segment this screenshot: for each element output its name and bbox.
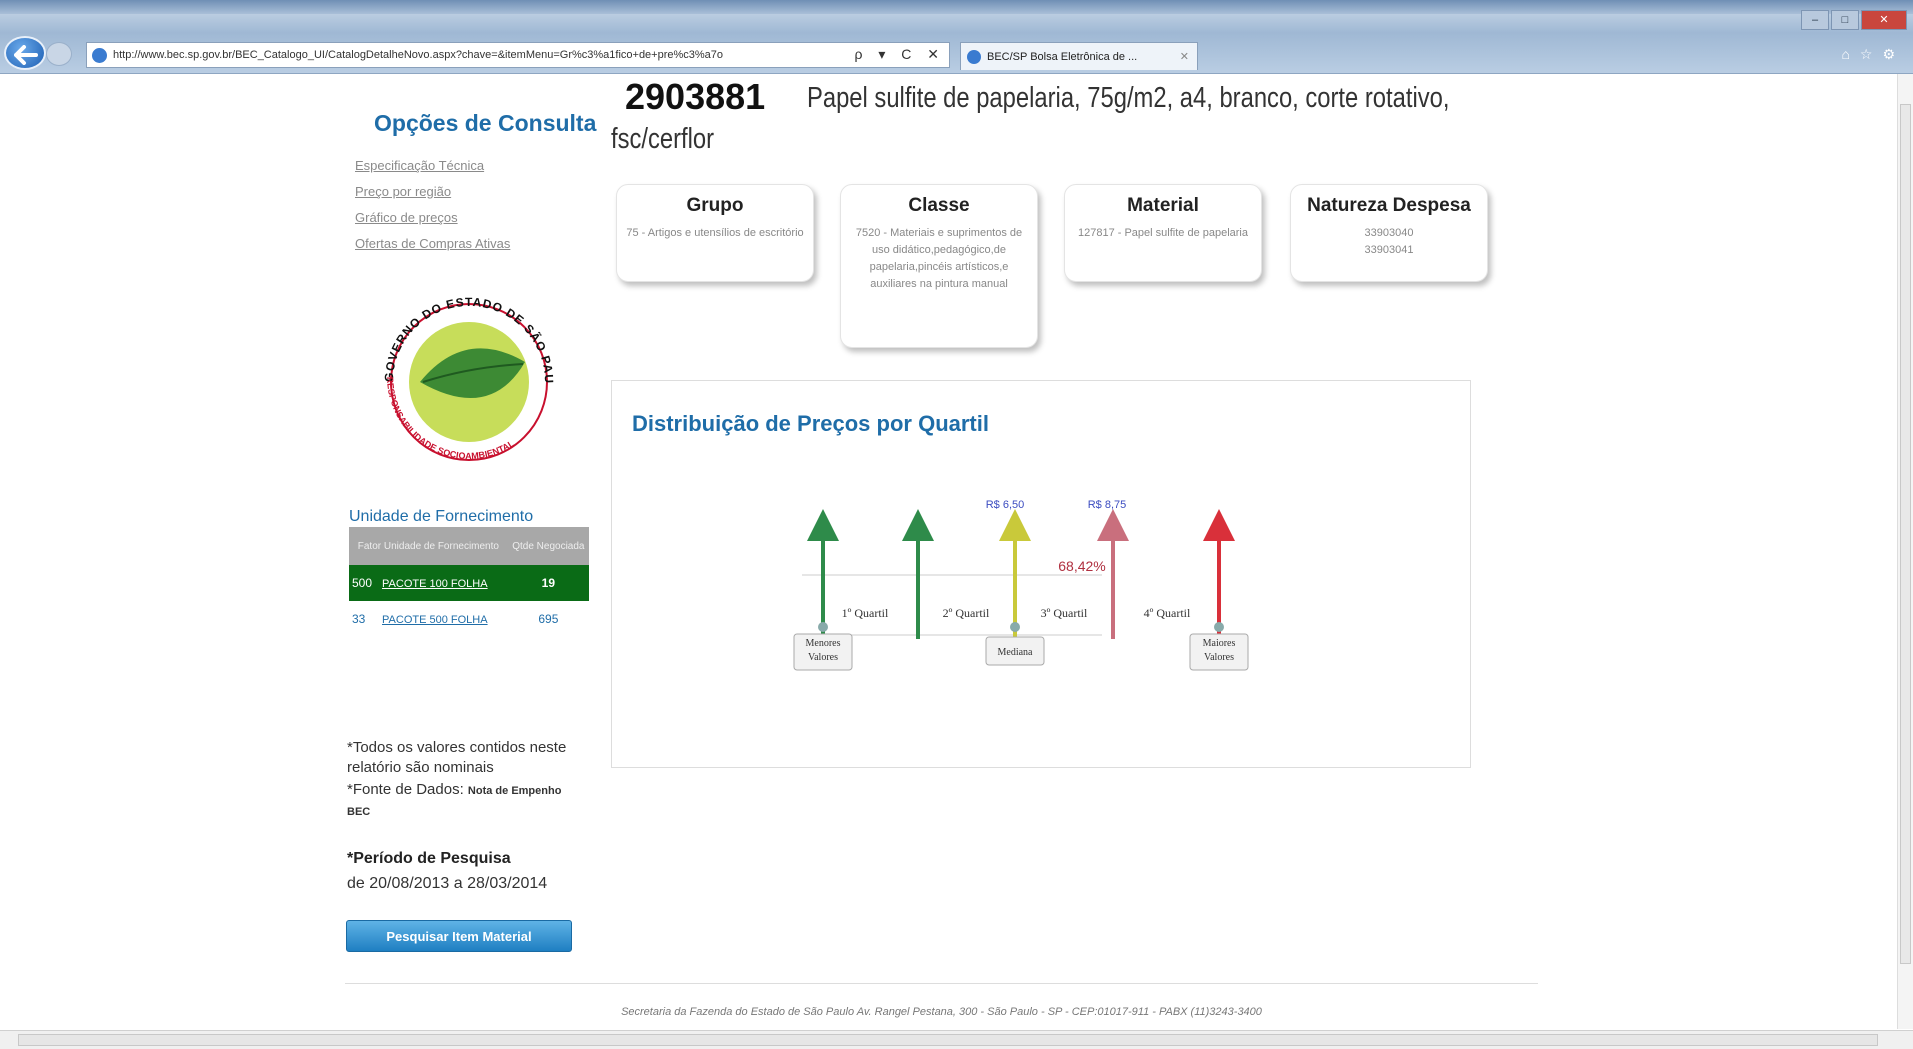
link-especificacao-tecnica[interactable]: Especificação Técnica	[355, 158, 510, 184]
card-material-text: 127817 - Papel sulfite de papelaria	[1077, 227, 1248, 239]
header-fator: Fator Unidade de Fornecimento	[349, 527, 508, 565]
pesquisar-item-button[interactable]: Pesquisar Item Material	[346, 920, 572, 952]
title-bar	[0, 0, 1913, 14]
row-unidade-link[interactable]: PACOTE 500 FOLHA	[382, 614, 488, 626]
card-classe-title: Classe	[908, 195, 970, 216]
card-classe-text: 7520 - Materiais e suprimentos de uso di…	[855, 227, 1023, 290]
table-row[interactable]: 33 PACOTE 500 FOLHA 695	[349, 601, 589, 637]
unidade-fornecimento-table: Fator Unidade de Fornecimento Qtde Negoc…	[349, 527, 589, 637]
table-header-row: Fator Unidade de Fornecimento Qtde Negoc…	[349, 527, 589, 565]
vertical-scrollbar[interactable]	[1897, 74, 1913, 1029]
quartile-3-label: 3º Quartil	[1041, 606, 1088, 620]
notes: *Todos os valores contidos neste relatór…	[347, 738, 587, 822]
browser-tab[interactable]: BEC/SP Bolsa Eletrônica de ... ✕	[960, 42, 1198, 70]
card-natureza-despesa: Natureza Despesa 33903040 33903041	[1290, 184, 1488, 282]
row-qtde: 19	[507, 565, 589, 601]
horizontal-scrollbar[interactable]	[0, 1030, 1913, 1049]
opcoes-title: Opções de Consulta	[374, 110, 597, 136]
marker-max-dot	[1214, 622, 1224, 632]
address-bar-buttons[interactable]: ρ ▾ C ✕	[850, 46, 945, 63]
address-bar[interactable]: http://www.bec.sp.gov.br/BEC_Catalogo_UI…	[86, 42, 950, 68]
item-description: Papel sulfite de papelaria, 75g/m2, a4, …	[807, 82, 1450, 114]
quartile-2-label: 2º Quartil	[943, 606, 990, 620]
back-arrow-icon	[14, 45, 38, 65]
note-nominais: *Todos os valores contidos neste relatór…	[347, 739, 567, 776]
link-ofertas-compras[interactable]: Ofertas de Compras Ativas	[355, 236, 510, 262]
note-fonte-label: *Fonte de Dados:	[347, 781, 464, 798]
browser-toolbar-icons[interactable]: ⌂☆⚙	[1841, 46, 1905, 63]
price-label-median: R$ 6,50	[986, 499, 1025, 511]
item-description-cont: fsc/cerflor	[611, 123, 715, 155]
forward-button[interactable]	[46, 42, 72, 66]
card-natureza-title: Natureza Despesa	[1307, 195, 1471, 216]
quartile-1-label: 1º Quartil	[842, 606, 889, 620]
periodo-value: de 20/08/2013 a 28/03/2014	[347, 875, 548, 892]
socioambiental-seal-logo: GOVERNO DO ESTADO DE SÃO PAULO RESPONSAB…	[365, 282, 555, 461]
browser-chrome: http://www.bec.sp.gov.br/BEC_Catalogo_UI…	[0, 0, 1913, 74]
footer-divider	[345, 983, 1538, 984]
percent-label: 68,42%	[1058, 558, 1105, 574]
quartil-chart-panel: Distribuição de Preços por Quartil R$ 6,…	[611, 380, 1471, 768]
row-unidade-link[interactable]: PACOTE 100 FOLHA	[382, 578, 488, 590]
price-label-q3: R$ 8,75	[1088, 499, 1127, 511]
card-grupo-title: Grupo	[686, 195, 744, 216]
opcoes-links: Especificação Técnica Preço por região G…	[355, 158, 510, 262]
footer-address: Secretaria da Fazenda do Estado de São P…	[621, 1006, 1262, 1018]
card-grupo-text: 75 - Artigos e utensílios de escritório	[626, 227, 804, 239]
row-qtde: 695	[538, 612, 559, 626]
window-close-button[interactable]: ✕	[1861, 10, 1907, 30]
tab-close-icon[interactable]: ✕	[1180, 50, 1189, 63]
tab-title: BEC/SP Bolsa Eletrônica de ...	[987, 51, 1138, 63]
address-url: http://www.bec.sp.gov.br/BEC_Catalogo_UI…	[113, 49, 724, 61]
horizontal-scroll-thumb[interactable]	[18, 1034, 1878, 1046]
minimize-button[interactable]: –	[1801, 10, 1829, 30]
marker-min-dot	[818, 622, 828, 632]
header-qtde: Qtde Negociada	[507, 527, 589, 565]
ie-page-icon	[92, 48, 107, 63]
quartil-chart: R$ 6,50 R$ 8,75 68,42% 1º Quartil 2º Qua…	[793, 499, 1249, 671]
row-fator: 500	[349, 565, 380, 601]
vertical-scroll-thumb[interactable]	[1900, 104, 1911, 964]
card-classe: Classe 7520 - Materiais e suprimentos de…	[840, 184, 1038, 348]
unidade-fornecimento-title: Unidade de Fornecimento	[349, 508, 534, 525]
marker-median-dot	[1010, 622, 1020, 632]
back-button[interactable]	[4, 36, 46, 70]
periodo-label: *Período de Pesquisa	[347, 850, 511, 867]
item-code: 2903881	[625, 76, 766, 117]
card-natureza-text: 33903040 33903041	[1364, 227, 1414, 256]
marker-mediana: Mediana	[998, 647, 1034, 658]
link-grafico-de-precos[interactable]: Gráfico de preços	[355, 210, 510, 236]
marker-maiores-valores: Maiores Valores	[1202, 638, 1236, 663]
card-material-title: Material	[1127, 195, 1199, 216]
window-controls: – □ ✕	[1801, 10, 1907, 30]
ie-tab-icon	[967, 50, 981, 64]
link-preco-por-regiao[interactable]: Preço por região	[355, 184, 510, 210]
marker-menores-valores: Menores Valores	[805, 638, 841, 663]
row-fator: 33	[352, 612, 366, 626]
table-row[interactable]: 500 PACOTE 100 FOLHA 19	[349, 565, 589, 601]
card-material: Material 127817 - Papel sulfite de papel…	[1064, 184, 1262, 282]
maximize-button[interactable]: □	[1831, 10, 1859, 30]
card-grupo: Grupo 75 - Artigos e utensílios de escri…	[616, 184, 814, 282]
quartile-4-label: 4º Quartil	[1144, 606, 1191, 620]
